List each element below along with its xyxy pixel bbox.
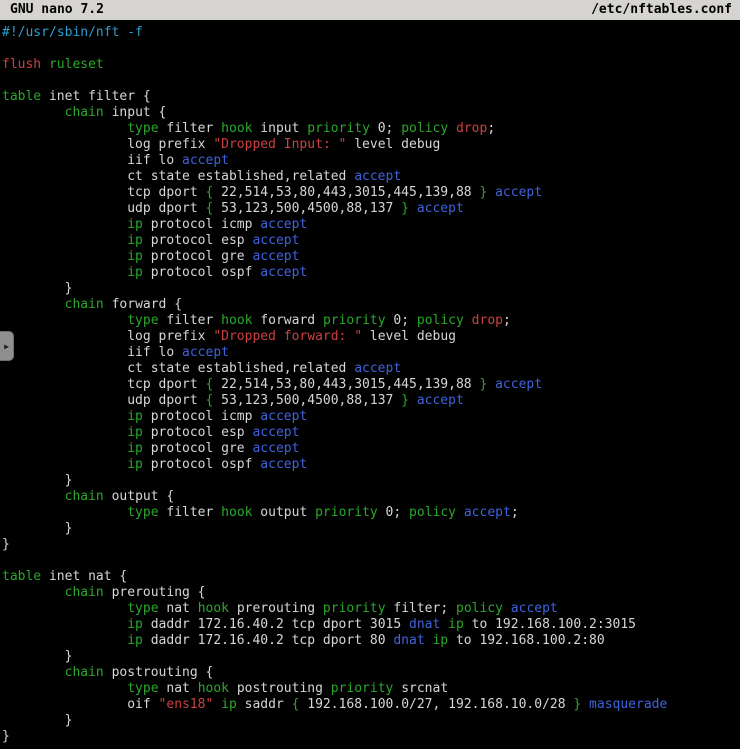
code-line: } (2, 537, 740, 553)
code-line: type nat hook prerouting priority filter… (2, 601, 740, 617)
code-line: log prefix "Dropped Input: " level debug (2, 137, 740, 153)
code-line: chain prerouting { (2, 585, 740, 601)
code-line: } (2, 521, 740, 537)
code-line: ip protocol gre accept (2, 441, 740, 457)
code-line: iif lo accept (2, 153, 740, 169)
code-line: ip protocol gre accept (2, 249, 740, 265)
app-version-label: GNU nano 7.2 (10, 0, 104, 20)
code-line: } (2, 713, 740, 729)
code-line: } (2, 649, 740, 665)
code-line: ip protocol ospf accept (2, 457, 740, 473)
code-line: iif lo accept (2, 345, 740, 361)
terminal-window: GNU nano 7.2 /etc/nftables.conf #!/usr/s… (0, 0, 740, 749)
code-line: ip protocol icmp accept (2, 217, 740, 233)
code-line: oif "ens18" ip saddr { 192.168.100.0/27,… (2, 697, 740, 713)
code-line: ct state established,related accept (2, 169, 740, 185)
code-line: tcp dport { 22,514,53,80,443,3015,445,13… (2, 185, 740, 201)
code-line: udp dport { 53,123,500,4500,88,137 } acc… (2, 201, 740, 217)
code-line: ip daddr 172.16.40.2 tcp dport 3015 dnat… (2, 617, 740, 633)
code-line: ip protocol ospf accept (2, 265, 740, 281)
nano-titlebar: GNU nano 7.2 /etc/nftables.conf (0, 0, 740, 20)
code-line: } (2, 281, 740, 297)
code-line: chain input { (2, 105, 740, 121)
code-line (2, 41, 740, 57)
code-line: chain postrouting { (2, 665, 740, 681)
code-line: chain forward { (2, 297, 740, 313)
code-line: flush ruleset (2, 57, 740, 73)
right-arrow-icon: ▶ (4, 342, 9, 351)
code-line: tcp dport { 22,514,53,80,443,3015,445,13… (2, 377, 740, 393)
side-drawer-handle[interactable]: ▶ (0, 331, 14, 361)
code-line: type filter hook forward priority 0; pol… (2, 313, 740, 329)
code-line: ip protocol esp accept (2, 425, 740, 441)
code-line (2, 553, 740, 569)
code-line: ip daddr 172.16.40.2 tcp dport 80 dnat i… (2, 633, 740, 649)
code-line: ct state established,related accept (2, 361, 740, 377)
code-line (2, 73, 740, 89)
code-line: chain output { (2, 489, 740, 505)
code-line: type filter hook input priority 0; polic… (2, 121, 740, 137)
code-line: #!/usr/sbin/nft -f (2, 25, 740, 41)
code-line: } (2, 729, 740, 745)
code-line: ip protocol icmp accept (2, 409, 740, 425)
code-line: type nat hook postrouting priority srcna… (2, 681, 740, 697)
filename-label: /etc/nftables.conf (591, 0, 732, 20)
code-line: table inet nat { (2, 569, 740, 585)
code-line: log prefix "Dropped forward: " level deb… (2, 329, 740, 345)
code-line: type filter hook output priority 0; poli… (2, 505, 740, 521)
editor-area[interactable]: #!/usr/sbin/nft -f flush ruleset table i… (0, 20, 740, 745)
code-line: udp dport { 53,123,500,4500,88,137 } acc… (2, 393, 740, 409)
code-line: } (2, 473, 740, 489)
code-line: ip protocol esp accept (2, 233, 740, 249)
code-line: table inet filter { (2, 89, 740, 105)
